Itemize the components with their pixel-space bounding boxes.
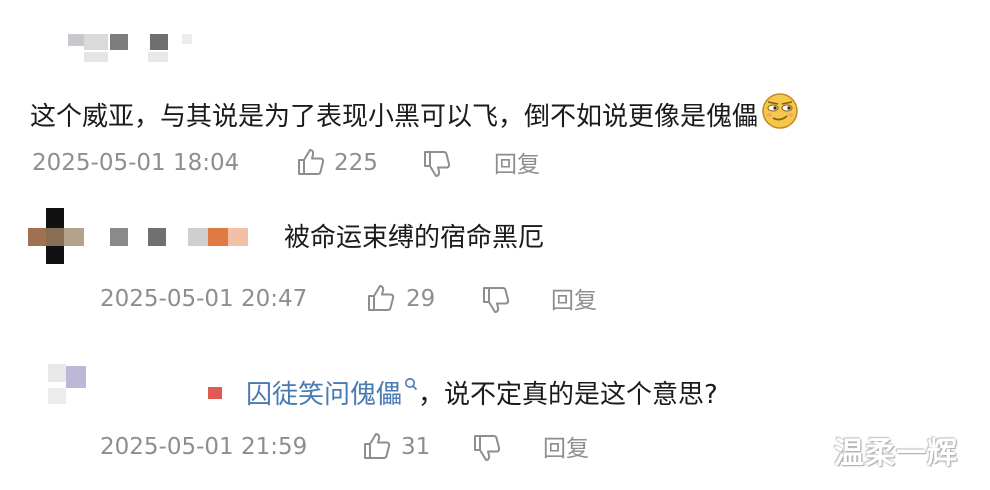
comment-body: ，说不定真的是这个意思? — [418, 380, 718, 410]
comment-text: 囚徒笑问傀儡 ，说不定真的是这个意思? — [208, 366, 718, 412]
comment-timestamp: 2025-05-01 20:47 — [100, 286, 308, 312]
search-icon[interactable] — [404, 366, 418, 400]
comment-text: 这个威亚，与其说是为了表现小黑可以飞，倒不如说更像是傀儡 — [30, 91, 800, 140]
like-count: 31 — [401, 434, 431, 460]
thumbs-down-icon[interactable] — [472, 433, 502, 463]
thumbs-up-icon[interactable] — [296, 147, 326, 177]
reply-button[interactable]: 回复 — [543, 434, 589, 464]
thumbs-down-icon[interactable] — [481, 285, 511, 315]
topic-link[interactable]: 囚徒笑问傀儡 — [246, 380, 402, 410]
thumbs-up-icon[interactable] — [366, 283, 396, 313]
like-count: 225 — [334, 150, 378, 176]
flag-icon — [208, 387, 222, 399]
reply-button[interactable]: 回复 — [551, 286, 597, 316]
smirk-emoji-icon — [760, 91, 800, 140]
comment-timestamp: 2025-05-01 21:59 — [100, 434, 308, 460]
comment-text: 被命运束缚的宿命黑厄 — [284, 223, 545, 253]
thumbs-up-icon[interactable] — [362, 431, 392, 461]
like-count: 29 — [406, 286, 436, 312]
comment-body: 这个威亚，与其说是为了表现小黑可以飞，倒不如说更像是傀儡 — [30, 102, 759, 132]
watermark: 温柔一辉 — [834, 436, 958, 471]
comment-timestamp: 2025-05-01 18:04 — [32, 150, 240, 176]
reply-button[interactable]: 回复 — [494, 150, 540, 180]
thumbs-down-icon[interactable] — [422, 149, 452, 179]
